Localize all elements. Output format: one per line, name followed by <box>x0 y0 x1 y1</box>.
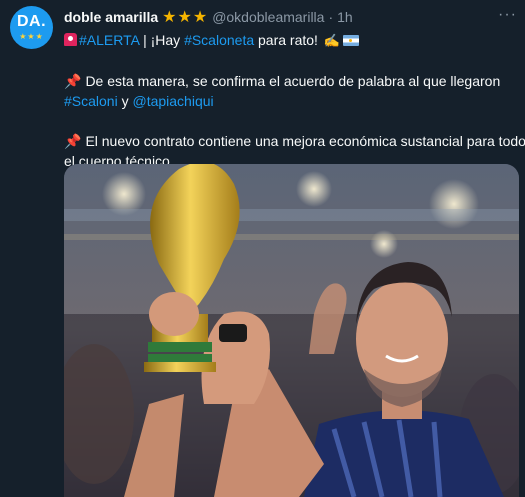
hashtag-scaloni[interactable]: #Scaloni <box>64 93 118 109</box>
tweet-text-segment: para rato! <box>254 32 318 48</box>
tweet-text-segment: | ¡Hay <box>139 32 185 48</box>
tweet-text: #ALERTA | ¡Hay #Scaloneta para rato! ✍ 📌… <box>64 30 525 171</box>
avatar[interactable]: DA. ★★★ <box>10 6 53 49</box>
timestamp[interactable]: 1h <box>337 9 353 25</box>
tweet-text-segment: y <box>117 93 133 109</box>
tweet[interactable]: DA. ★★★ doble amarilla ★★★ @okdobleamari… <box>0 0 525 497</box>
tweet-photo[interactable] <box>64 164 519 497</box>
hashtag-scaloneta[interactable]: #Scaloneta <box>184 32 254 48</box>
more-options-icon[interactable]: ··· <box>498 6 517 24</box>
user-handle[interactable]: @okdobleamarilla <box>212 9 324 25</box>
world-cup-trophy-photo <box>64 164 519 497</box>
tweet-text-segment: El nuevo contrato contiene una mejora ec… <box>85 133 525 149</box>
display-name[interactable]: doble amarilla <box>64 9 158 25</box>
tweet-line-4: 📌 El nuevo contrato contiene una mejora e… <box>64 131 525 151</box>
avatar-logo-text: DA. <box>16 13 47 30</box>
tweet-line-2: 📌 De esta manera, se confirma el acuerdo … <box>64 71 519 91</box>
rotating-light-icon <box>64 33 77 46</box>
pushpin-icon: 📌 <box>64 73 82 89</box>
writing-hand-icon: ✍ <box>323 33 341 48</box>
avatar-stars: ★★★ <box>19 32 44 41</box>
argentina-flag-icon <box>343 35 360 46</box>
name-stars-icon: ★★★ <box>162 9 209 26</box>
tweet-header: doble amarilla ★★★ @okdobleamarilla · 1h <box>64 8 353 26</box>
mention-tapiachiqui[interactable]: @tapiachiqui <box>132 93 213 109</box>
tweet-text-segment: De esta manera, se confirma el acuerdo d… <box>85 73 501 89</box>
pushpin-icon: 📌 <box>64 133 82 149</box>
tweet-line-3: #Scaloni y @tapiachiqui <box>64 91 519 111</box>
tweet-line-1: #ALERTA | ¡Hay #Scaloneta para rato! ✍ <box>64 30 519 51</box>
separator-dot: · <box>328 9 334 25</box>
hashtag-alerta[interactable]: #ALERTA <box>79 32 139 48</box>
